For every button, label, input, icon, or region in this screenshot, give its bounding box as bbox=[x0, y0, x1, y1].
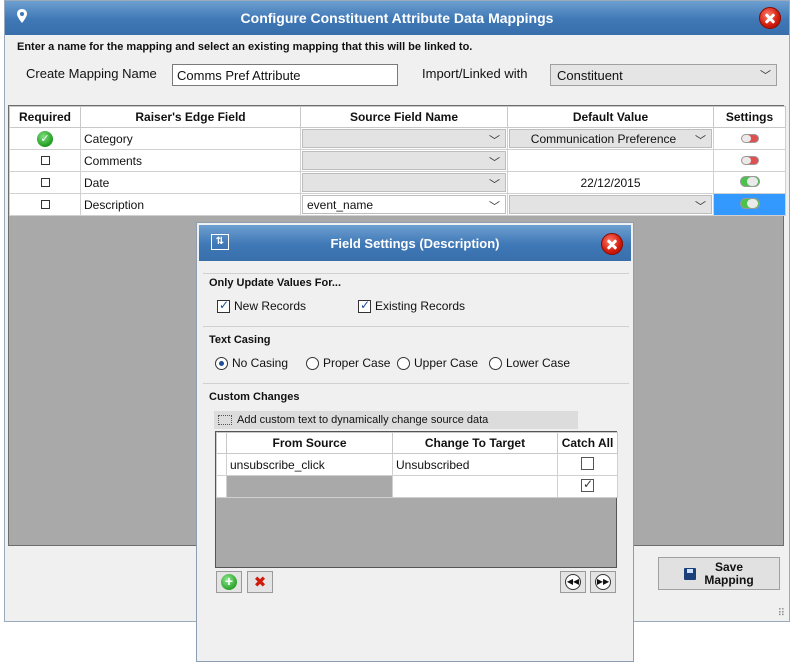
sliders-icon: ⇅ bbox=[211, 234, 229, 250]
change-to-target-cell[interactable] bbox=[392, 475, 558, 498]
save-mapping-button[interactable]: Save Mapping bbox=[658, 557, 780, 590]
col-required[interactable]: Required bbox=[9, 106, 81, 128]
field-cell: Description bbox=[80, 193, 301, 216]
chevron-down-icon: ﹀ bbox=[489, 157, 500, 169]
table-row[interactable]: Description event_name ﹀ ﹀ bbox=[9, 193, 786, 216]
chevron-down-icon: ﹀ bbox=[695, 135, 706, 147]
radio-icon bbox=[397, 356, 410, 370]
default-value-cell[interactable] bbox=[507, 149, 714, 172]
from-source-cell[interactable] bbox=[226, 475, 393, 498]
field-cell: Category bbox=[80, 127, 301, 150]
col-default[interactable]: Default Value bbox=[507, 106, 714, 128]
default-value-select[interactable]: Communication Preference ﹀ bbox=[509, 129, 712, 148]
col-source[interactable]: Source Field Name bbox=[300, 106, 508, 128]
settings-toggle-icon[interactable] bbox=[740, 133, 759, 143]
radio-icon bbox=[489, 356, 502, 370]
table-row[interactable]: Comments ﹀ bbox=[9, 149, 786, 172]
only-update-heading: Only Update Values For... bbox=[209, 277, 342, 289]
import-linked-value: Constituent bbox=[557, 68, 623, 83]
rewind-icon: ◀◀ bbox=[565, 574, 581, 590]
previous-button[interactable]: ◀◀ bbox=[560, 571, 586, 593]
chevron-down-icon: ﹀ bbox=[489, 179, 500, 191]
list-icon bbox=[218, 415, 232, 425]
next-button[interactable]: ▶▶ bbox=[590, 571, 616, 593]
create-mapping-label: Create Mapping Name bbox=[26, 66, 157, 81]
resize-grip-icon[interactable]: ⠿ bbox=[778, 608, 785, 619]
table-row[interactable] bbox=[216, 475, 618, 498]
field-cell: Comments bbox=[80, 149, 301, 172]
source-field-select[interactable]: ﹀ bbox=[302, 129, 506, 148]
chevron-down-icon: ﹀ bbox=[489, 201, 500, 213]
custom-changes-grid: From Source Change To Target Catch All u… bbox=[215, 431, 618, 568]
custom-changes-toolbar: Add custom text to dynamically change so… bbox=[214, 411, 578, 429]
delete-x-icon: ✖ bbox=[253, 574, 267, 591]
radio-lower-case[interactable]: Lower Case bbox=[489, 356, 570, 370]
custom-hint-text: Add custom text to dynamically change so… bbox=[237, 414, 489, 426]
dialog-titlebar: ⇅ Field Settings (Description) bbox=[199, 225, 631, 261]
chevron-down-icon: ﹀ bbox=[489, 135, 500, 147]
chevron-down-icon: ﹀ bbox=[760, 70, 771, 82]
radio-selected-icon bbox=[215, 356, 228, 370]
required-checkbox[interactable] bbox=[40, 199, 50, 209]
table-row[interactable]: ✓ Category ﹀ Communication Preference ﹀ bbox=[9, 127, 786, 150]
col-settings[interactable]: Settings bbox=[713, 106, 786, 128]
existing-records-checkbox[interactable]: Existing Records bbox=[358, 298, 465, 313]
checkbox-checked-icon bbox=[358, 298, 371, 313]
import-linked-label: Import/Linked with bbox=[422, 66, 528, 81]
col-field[interactable]: Raiser's Edge Field bbox=[80, 106, 301, 128]
floppy-disk-icon bbox=[684, 567, 697, 580]
settings-toggle-icon[interactable] bbox=[739, 175, 760, 187]
save-label: Save bbox=[714, 559, 743, 574]
fast-forward-icon: ▶▶ bbox=[595, 574, 611, 590]
default-value-cell[interactable]: 22/12/2015 bbox=[507, 171, 714, 194]
col-change-to-target[interactable]: Change To Target bbox=[392, 432, 558, 454]
required-checkbox[interactable] bbox=[40, 155, 50, 165]
checkbox-checked-icon bbox=[217, 298, 230, 313]
source-field-select[interactable]: ﹀ bbox=[302, 151, 506, 170]
radio-proper-case[interactable]: Proper Case bbox=[306, 356, 390, 370]
radio-upper-case[interactable]: Upper Case bbox=[397, 356, 478, 370]
dialog-close-icon[interactable] bbox=[601, 233, 623, 255]
source-field-select[interactable]: event_name ﹀ bbox=[302, 195, 506, 214]
new-records-checkbox[interactable]: New Records bbox=[217, 298, 306, 313]
main-titlebar: Configure Constituent Attribute Data Map… bbox=[5, 1, 789, 35]
default-value-select[interactable]: ﹀ bbox=[509, 195, 712, 214]
instruction-text: Enter a name for the mapping and select … bbox=[17, 41, 473, 53]
checkmark-circle-icon: ✓ bbox=[37, 130, 53, 147]
custom-changes-heading: Custom Changes bbox=[209, 391, 300, 403]
main-close-icon[interactable] bbox=[759, 7, 781, 29]
mapping-label: Mapping bbox=[704, 572, 754, 587]
radio-no-casing[interactable]: No Casing bbox=[215, 356, 288, 370]
catch-all-checkbox[interactable] bbox=[581, 456, 594, 470]
table-row[interactable]: unsubscribe_click Unsubscribed bbox=[216, 453, 618, 476]
import-linked-select[interactable]: Constituent ﹀ bbox=[550, 64, 777, 86]
source-field-select[interactable]: ﹀ bbox=[302, 173, 506, 192]
main-title: Configure Constituent Attribute Data Map… bbox=[240, 10, 554, 26]
catch-all-checkbox[interactable] bbox=[581, 477, 594, 492]
col-catch-all[interactable]: Catch All bbox=[557, 432, 618, 454]
settings-toggle-icon[interactable] bbox=[740, 155, 759, 165]
chevron-down-icon: ﹀ bbox=[695, 201, 706, 213]
from-source-cell[interactable]: unsubscribe_click bbox=[226, 453, 393, 476]
settings-toggle-icon[interactable] bbox=[739, 197, 760, 209]
mapping-name-input[interactable]: Comms Pref Attribute bbox=[172, 64, 398, 86]
required-checkbox[interactable] bbox=[40, 177, 50, 187]
field-cell: Date bbox=[80, 171, 301, 194]
dialog-title: Field Settings (Description) bbox=[330, 235, 500, 251]
add-row-button[interactable]: + bbox=[216, 571, 242, 593]
text-casing-heading: Text Casing bbox=[209, 334, 271, 346]
change-to-target-cell[interactable]: Unsubscribed bbox=[392, 453, 558, 476]
col-from-source[interactable]: From Source bbox=[226, 432, 393, 454]
location-pin-icon bbox=[17, 9, 27, 23]
table-row[interactable]: Date ﹀ 22/12/2015 bbox=[9, 171, 786, 194]
delete-row-button[interactable]: ✖ bbox=[247, 571, 273, 593]
radio-icon bbox=[306, 356, 319, 370]
plus-icon: + bbox=[221, 574, 237, 590]
